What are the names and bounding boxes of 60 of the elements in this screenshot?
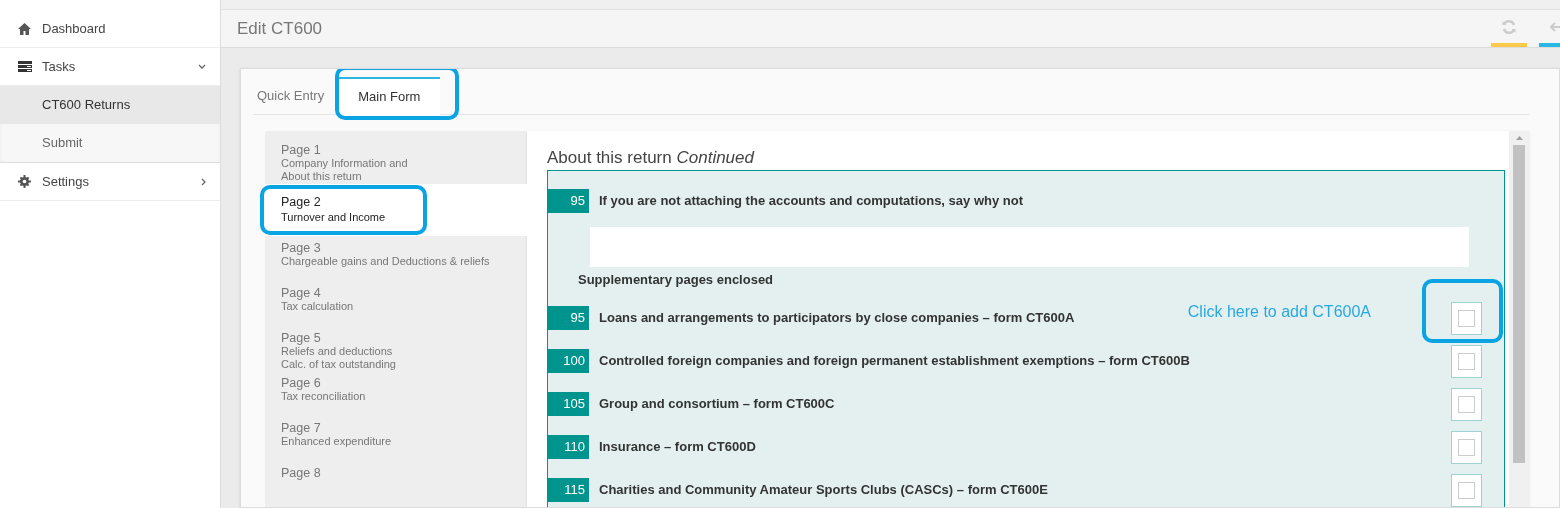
number-badge: 105 [548,392,589,416]
section-title: About this return Continued [547,147,756,169]
page-subtitle: Turnover and Income [281,211,387,224]
page-tab[interactable]: Page 1 Company Information and About this return [265,139,527,184]
page-title: Page 4 [281,286,322,300]
submenu-item[interactable]: CT600 Returns [0,86,220,124]
scrollbar-thumb[interactable] [1513,145,1525,463]
checkbox[interactable] [1451,430,1482,464]
sidebar-item[interactable]: Settings [0,163,220,201]
page-subtitle: Company Information and [281,157,409,170]
tab[interactable]: Main Form [338,77,441,115]
page-title: Page 6 [281,376,322,390]
row-label: Loans and arrangements to participators by close companies – form CT600A [599,309,1075,328]
page-tab[interactable]: Page 7 Enhanced expenditure [265,417,527,462]
number-badge: 100 [548,349,589,373]
checkbox[interactable] [1451,344,1482,378]
number-badge: 95 [548,306,589,330]
row-label: Controlled foreign companies and foreign permanent establishment exemptions – form CT600B [599,352,1190,371]
text-input[interactable] [590,227,1469,267]
refresh-icon [1501,18,1517,35]
checkbox[interactable] [1451,473,1482,507]
row-label: Charities and Community Amateur Sports Clubs (CASCs) – form CT600E [599,481,1048,500]
home-icon [18,22,31,35]
page-title: Page 3 [281,241,322,255]
checkbox[interactable] [1451,387,1482,421]
hint-text: Click here to add CT600A [1187,302,1371,322]
page-tab[interactable]: Page 8 [265,462,527,507]
number-badge: 110 [548,435,589,459]
page-subtitle: Enhanced expenditure [281,435,393,448]
number-badge: 95 [548,189,589,213]
row-label: Insurance – form CT600D [599,438,756,457]
page-subtitle: Reliefs and deductions [281,345,394,358]
tab[interactable]: Quick Entry [253,78,329,114]
page-subtitle: Tax reconciliation [281,390,367,403]
scrollbar[interactable] [1509,131,1529,507]
supplementary-heading: Supplementary pages enclosed [577,271,775,289]
question-label: If you are not attaching the accounts and computations, say why not [599,192,1023,211]
page-tab[interactable]: Page 3 Chargeable gains and Deductions & reliefs [265,237,527,282]
page-title: Page 8 [281,466,322,480]
page-title: Page 7 [281,421,322,435]
settings-icon [18,175,31,188]
arrow-icon [1550,20,1560,33]
scroll-up-icon [1515,136,1523,140]
page-tab[interactable]: Page 4 Tax calculation [265,282,527,327]
number-badge: 115 [548,478,589,502]
page-subtitle: Calc. of tax outstanding [281,358,397,371]
submenu-item[interactable]: Submit [0,124,220,162]
page-tab[interactable]: Page 6 Tax reconciliation [265,372,527,417]
page-title: Page 5 [281,331,322,345]
page-title: Page 1 [281,143,322,157]
page-subtitle: Chargeable gains and Deductions & reliefs [281,255,491,268]
page-tab[interactable]: Page 5 Reliefs and deductions Calc. of tax outstanding [265,327,527,372]
page-title: Page 2 [281,195,322,209]
checkbox[interactable] [1451,301,1482,335]
row-label: Group and consortium – form CT600C [599,395,835,414]
page-subtitle: Tax calculation [281,300,355,313]
page-subtitle: About this return [281,170,363,183]
sidebar-item[interactable]: Dashboard [0,10,220,48]
list-icon [18,61,32,72]
page-title: Edit CT600 [237,17,323,40]
